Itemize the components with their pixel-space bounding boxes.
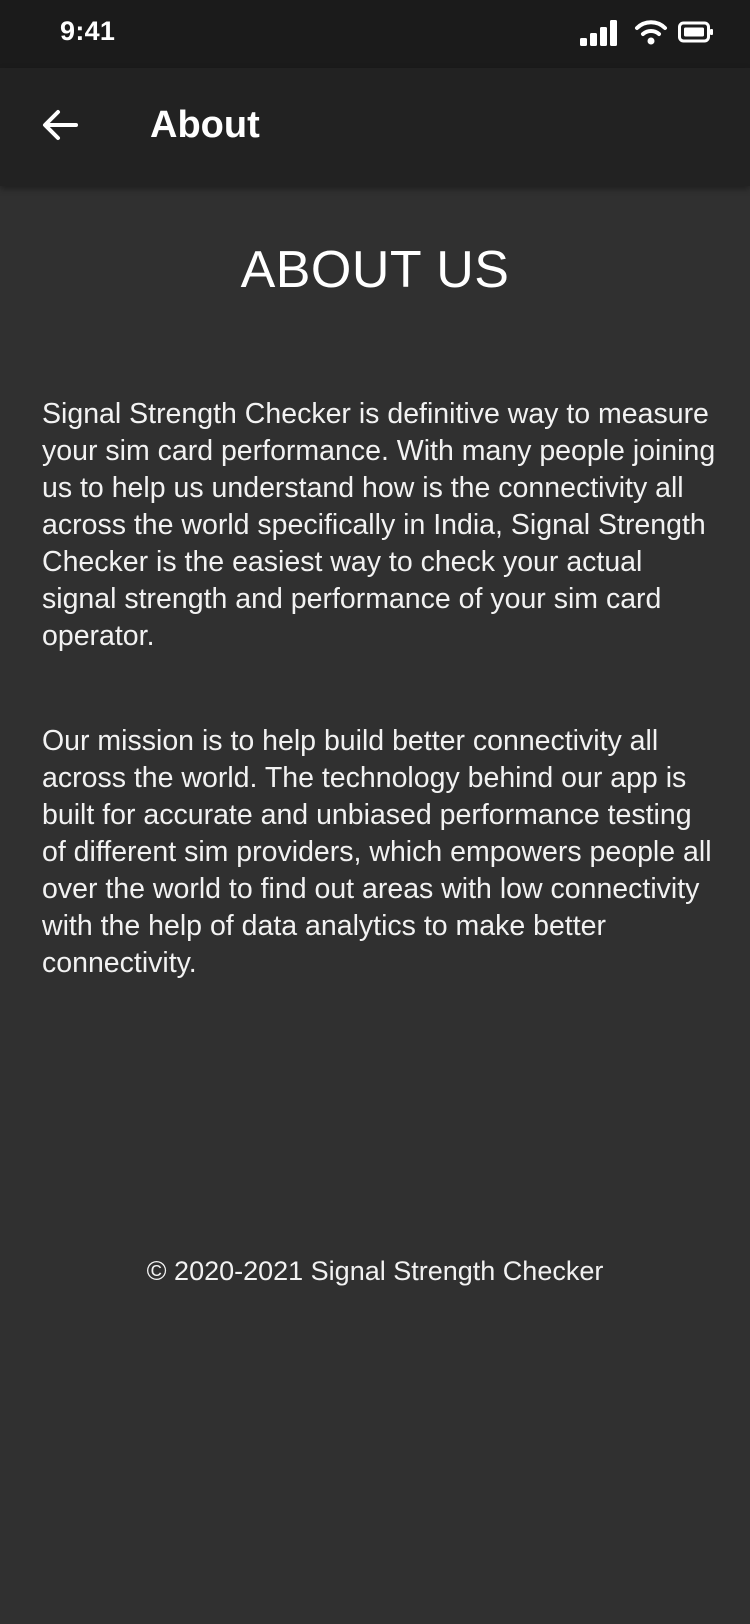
about-heading: ABOUT US — [240, 241, 510, 299]
status-icons — [580, 18, 714, 50]
wifi-icon — [634, 18, 668, 51]
status-time: 9:41 — [60, 16, 116, 46]
about-screen: 9:41 About ABOUT US Signal Strength Chec… — [0, 0, 750, 1624]
app-bar: About — [0, 68, 750, 186]
about-paragraph-intro: Signal Strength Checker is definitive wa… — [42, 398, 716, 652]
battery-icon — [678, 20, 714, 49]
back-arrow-icon — [42, 109, 78, 146]
signal-icon — [580, 18, 624, 51]
about-paragraph-mission: Our mission is to help build better conn… — [42, 725, 712, 979]
status-bar: 9:41 — [0, 0, 750, 68]
back-button[interactable] — [30, 97, 90, 157]
copyright-text: © 2020-2021 Signal Strength Checker — [146, 1256, 604, 1286]
app-bar-title: About — [150, 104, 260, 146]
